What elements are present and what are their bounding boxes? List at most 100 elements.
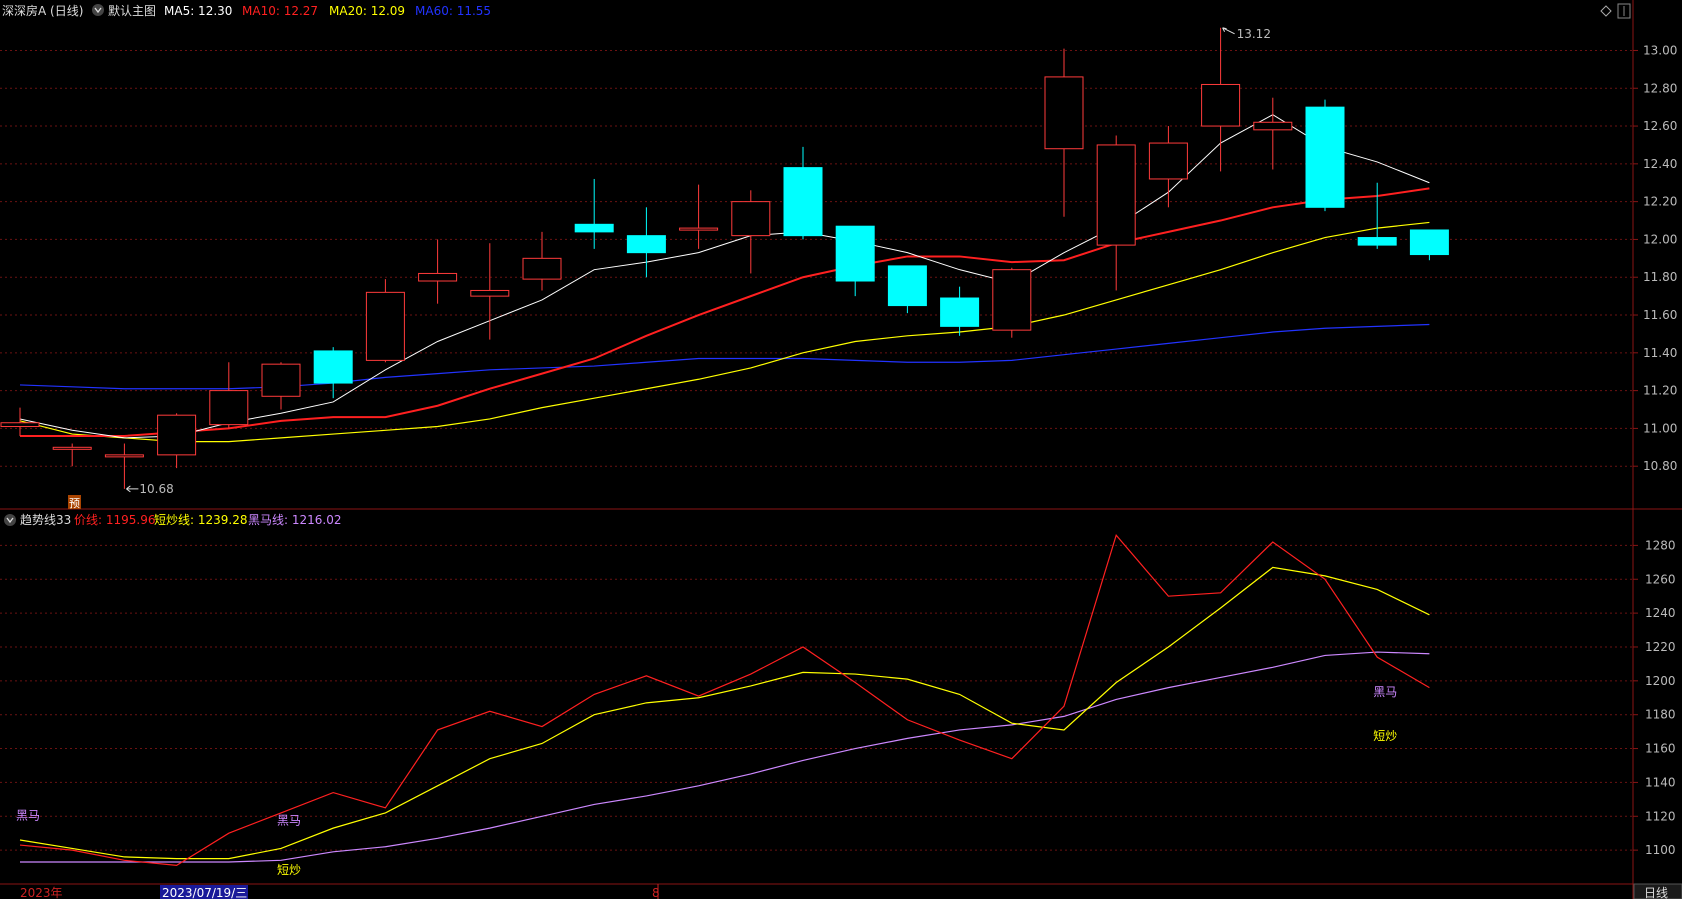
- main-price-axis: 10.80 11.00 11.20 11.40 11.60 11.80 12.00 12.20…: [1633, 43, 1677, 473]
- trend-series-line: [20, 651, 1430, 863]
- candle-body: [887, 265, 927, 307]
- candle: [1253, 97, 1293, 170]
- candle-body: [835, 225, 875, 282]
- candle-body: [940, 297, 980, 327]
- trend-series-line: [19, 566, 1430, 860]
- candle: [52, 443, 92, 467]
- signal-label: 黑马: [1373, 685, 1397, 699]
- price-line-label: 价线: 1195.96: [74, 513, 155, 527]
- candle-body: [574, 223, 614, 233]
- candle: [731, 190, 771, 274]
- sub-dropdown-icon[interactable]: [4, 514, 16, 526]
- axis-tick-label: 1160: [1645, 742, 1676, 756]
- ma10-label: MA10: 12.27: [242, 4, 318, 18]
- stock-chart[interactable]: 黑马 黑马短炒黑马短炒 13.12 10.68 预 深深房A (日线) 默认主图 …: [0, 0, 1682, 899]
- scroll-handle-icon[interactable]: [1617, 3, 1631, 19]
- candle-body: [261, 363, 301, 397]
- horse-line-label: 黑马线: 1216.02: [248, 513, 341, 527]
- candle: [992, 267, 1032, 338]
- candle: [835, 225, 875, 297]
- candle-body: [731, 201, 771, 237]
- ma5-line: [19, 114, 1430, 439]
- candle: [783, 146, 823, 240]
- axis-tick-label: 11.40: [1643, 346, 1677, 360]
- axis-tick-label: 12.40: [1643, 157, 1677, 171]
- candle-body: [209, 390, 249, 426]
- candle: [209, 362, 249, 429]
- axis-tick-label: 1200: [1645, 674, 1676, 688]
- candle-body: [157, 414, 197, 456]
- axis-tick-label: 12.20: [1643, 195, 1677, 209]
- low-price-label: 10.68: [139, 482, 173, 496]
- candle-body: [1253, 121, 1293, 131]
- high-price-label: 13.12: [1237, 27, 1271, 41]
- candle: [1201, 27, 1241, 172]
- axis-tick-label: 11.20: [1643, 384, 1677, 398]
- low-annotation: 10.68: [126, 482, 174, 496]
- axis-tick-label: 10.80: [1643, 459, 1677, 473]
- axis-tick-label: 11.00: [1643, 421, 1677, 435]
- candle: [522, 231, 562, 291]
- month-label: 8: [652, 886, 660, 899]
- indicator-title[interactable]: 趋势线33: [20, 513, 71, 527]
- axis-tick-label: 13.00: [1643, 43, 1677, 57]
- axis-tick-label: 11.80: [1643, 270, 1677, 284]
- candle: [1305, 99, 1345, 212]
- expand-diamond-icon[interactable]: [1600, 5, 1612, 17]
- candle: [157, 413, 197, 469]
- ma5-label: MA5: 12.30: [164, 4, 232, 18]
- candle: [261, 362, 301, 410]
- candle-body: [1044, 76, 1084, 150]
- candle: [1044, 48, 1084, 217]
- candle-body: [783, 167, 823, 237]
- forecast-badge-label: 预: [69, 497, 80, 510]
- signal-label: 短炒: [277, 863, 301, 877]
- axis-tick-label: 1180: [1645, 708, 1676, 722]
- ma60-line: [19, 323, 1430, 390]
- candle: [887, 265, 927, 314]
- axis-tick-label: 1120: [1645, 809, 1676, 823]
- axis-tick-label: 1220: [1645, 640, 1676, 654]
- signal-labels: 黑马 黑马短炒黑马短炒: [16, 685, 1397, 877]
- signal-label: 黑马: [16, 809, 40, 823]
- high-annotation: 13.12: [1222, 27, 1271, 41]
- main-header: 深深房A (日线) 默认主图 MA5: 12.30 MA10: 12.27 MA…: [2, 3, 491, 18]
- candle-body: [1148, 142, 1188, 180]
- forecast-badge[interactable]: 预: [68, 495, 81, 510]
- year-label: 2023年: [20, 886, 63, 899]
- period-button-label: 日线: [1644, 886, 1668, 899]
- candle-body: [522, 257, 562, 280]
- candle: [418, 239, 458, 304]
- axis-tick-label: 12.00: [1643, 232, 1677, 246]
- axis-tick-label: 12.80: [1643, 81, 1677, 95]
- axis-tick-label: 1100: [1645, 843, 1676, 857]
- candle-body: [679, 227, 719, 231]
- axis-tick-label: 11.60: [1643, 308, 1677, 322]
- candle: [1357, 182, 1397, 249]
- candle-body: [1409, 229, 1449, 256]
- main-dropdown-icon[interactable]: [92, 4, 104, 16]
- sub-value-axis: 1100 1120 1140 1160 1180 1200 1220 1240 1260 1280: [1633, 538, 1676, 857]
- main-chart-label[interactable]: 默认主图: [108, 3, 156, 18]
- candle-body: [992, 269, 1032, 331]
- candle-body: [418, 272, 458, 282]
- candle: [626, 207, 666, 278]
- candle: [365, 279, 405, 363]
- candle: [470, 243, 510, 340]
- date-cursor: 2023/07/19/三: [160, 885, 248, 899]
- candle-body: [365, 291, 405, 361]
- candle-body: [1357, 237, 1397, 246]
- ma60-label: MA60: 11.55: [415, 4, 491, 18]
- candle-body: [0, 422, 40, 428]
- candle: [940, 286, 980, 336]
- period-button[interactable]: 日线: [1633, 883, 1682, 899]
- short-line-label: 短炒线: 1239.28: [154, 513, 247, 527]
- candle: [574, 178, 614, 249]
- candle: [1148, 126, 1188, 208]
- ma20-label: MA20: 12.09: [329, 4, 405, 18]
- candle-body: [313, 350, 353, 384]
- axis-tick-label: 12.60: [1643, 119, 1677, 133]
- axis-tick-label: 1140: [1645, 775, 1676, 789]
- stock-title[interactable]: 深深房A (日线): [2, 3, 83, 18]
- signal-label: 黑马: [277, 814, 301, 828]
